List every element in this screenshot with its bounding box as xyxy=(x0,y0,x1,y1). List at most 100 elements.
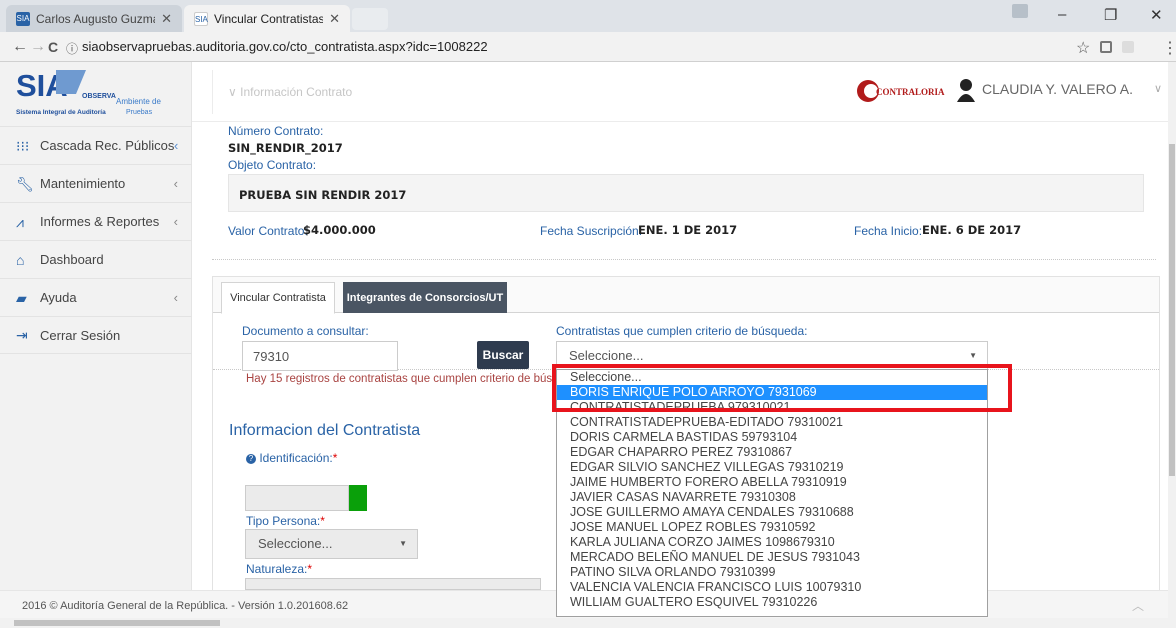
naturaleza-label: Naturaleza:* xyxy=(246,562,312,576)
browser-tab-vincular[interactable]: SIA Vincular Contratistas ✕ xyxy=(184,5,350,32)
sia-favicon-icon: SIA xyxy=(16,11,30,26)
home-icon: ⌂ xyxy=(16,251,25,268)
documento-input[interactable] xyxy=(242,341,398,371)
sidebar-item-cerrar-sesion[interactable]: ⇥ Cerrar Sesión xyxy=(0,316,192,354)
site-info-icon[interactable]: ⓘ xyxy=(66,40,78,57)
logo-sub1: OBSERVA xyxy=(82,93,116,100)
close-tab-icon[interactable]: ✕ xyxy=(161,11,172,27)
required-star: * xyxy=(320,514,325,528)
dropdown-option[interactable]: EDGAR SILVIO SANCHEZ VILLEGAS 79310219 xyxy=(557,460,987,475)
sidebar-item-label: Mantenimiento xyxy=(40,176,126,191)
sidebar-item-mantenimiento[interactable]: 🔧︎ Mantenimiento ‹ xyxy=(0,164,192,202)
maximize-icon[interactable]: ❐ xyxy=(1104,6,1117,24)
dropdown-option[interactable]: KARLA JULIANA CORZO JAIMES 1098679310 xyxy=(557,535,987,550)
highlight-box xyxy=(552,364,1012,412)
documento-label: Documento a consultar: xyxy=(242,324,369,338)
dropdown-option[interactable]: JAIME HUMBERTO FORERO ABELLA 79310919 xyxy=(557,475,987,490)
divider xyxy=(212,259,1156,260)
sidebar-item-label: Cascada Rec. Públicos xyxy=(40,138,175,153)
forward-icon[interactable]: → xyxy=(30,38,46,56)
browser-tab-carlos[interactable]: SIA Carlos Augusto Guzmán ✕ xyxy=(6,5,182,32)
identificacion-input[interactable] xyxy=(245,485,349,511)
extension-2-icon[interactable] xyxy=(1122,41,1134,53)
logout-icon: ⇥ xyxy=(16,327,28,343)
tab-vincular-contratista[interactable]: Vincular Contratista xyxy=(221,282,335,314)
objeto-contrato-box: PRUEBA SIN RENDIR 2017 xyxy=(228,174,1144,212)
sia-observa-logo: SIA OBSERVA Sistema Integral de Auditorí… xyxy=(16,66,166,116)
url-text[interactable]: siaobservapruebas.auditoria.gov.co/cto_c… xyxy=(82,39,488,54)
logo-sub4: Pruebas xyxy=(126,109,153,116)
dropdown-option[interactable]: CONTRATISTADEPRUEBA-EDITADO 79310021 xyxy=(557,415,987,430)
browser-tab-title: Vincular Contratistas xyxy=(214,11,324,26)
extension-icon[interactable] xyxy=(1100,41,1112,53)
dropdown-option[interactable]: WILLIAM GUALTERO ESQUIVEL 79310226 xyxy=(557,595,987,610)
wrench-icon: 🔧︎ xyxy=(16,175,34,192)
logo-sub2: Sistema Integral de Auditoría xyxy=(16,109,106,116)
reload-icon[interactable]: C xyxy=(48,39,58,55)
fecha-suscripcion-value: ENE. 1 DE 2017 xyxy=(638,223,738,237)
profile-icon[interactable] xyxy=(1012,4,1028,18)
vertical-scrollbar[interactable] xyxy=(1168,62,1176,628)
sidebar-item-label: Dashboard xyxy=(40,252,104,267)
user-avatar-icon[interactable] xyxy=(956,78,976,105)
chevron-left-icon: ‹ xyxy=(173,176,178,191)
fecha-inicio-value: ENE. 6 DE 2017 xyxy=(922,223,1022,237)
scroll-top-icon[interactable]: ︿ xyxy=(1132,597,1144,614)
user-name[interactable]: CLAUDIA Y. VALERO A. xyxy=(982,81,1133,97)
menu-icon[interactable]: ⋮ xyxy=(1162,38,1176,58)
identificacion-label-text: Identificación: xyxy=(259,451,333,465)
sidebar-item-dashboard[interactable]: ⌂ Dashboard xyxy=(0,240,192,278)
close-tab-icon[interactable]: ✕ xyxy=(329,11,340,27)
dropdown-option[interactable]: EDGAR CHAPARRO PEREZ 79310867 xyxy=(557,445,987,460)
horizontal-scrollbar[interactable] xyxy=(0,618,1168,628)
sidebar-item-cascada[interactable]: ⁝⁝⁝ Cascada Rec. Públicos ‹ xyxy=(0,126,192,164)
numero-contrato-label: Número Contrato: xyxy=(228,124,324,138)
tipo-persona-label-text: Tipo Persona: xyxy=(246,514,321,528)
close-window-icon[interactable]: ✕ xyxy=(1150,6,1163,24)
header-divider xyxy=(212,70,213,114)
identificacion-search-button[interactable] xyxy=(349,485,367,511)
browser-tab-title: Carlos Augusto Guzmán xyxy=(36,11,156,26)
tipo-persona-value: Seleccione... xyxy=(258,536,333,551)
dropdown-option[interactable]: PATINO SILVA ORLANDO 79310399 xyxy=(557,565,987,580)
objeto-contrato-label: Objeto Contrato: xyxy=(228,158,317,172)
contratistas-label: Contratistas que cumplen criterio de bús… xyxy=(556,324,808,338)
dropdown-option[interactable]: JOSE GUILLERMO AMAYA CENDALES 79310688 xyxy=(557,505,987,520)
horizontal-scroll-thumb[interactable] xyxy=(14,620,220,626)
tipo-persona-label: Tipo Persona:* xyxy=(246,514,325,528)
dropdown-option[interactable]: JOSE MANUEL LOPEZ ROBLES 79310592 xyxy=(557,520,987,535)
contratistas-select-value: Seleccione... xyxy=(569,348,644,363)
address-bar: ← → C ⓘ siaobservapruebas.auditoria.gov.… xyxy=(0,32,1176,62)
dropdown-option[interactable]: VALENCIA VALENCIA FRANCISCO LUIS 1007931… xyxy=(557,580,987,595)
sidebar-item-ayuda[interactable]: ▰ Ayuda ‹ xyxy=(0,278,192,316)
browser-tabbar: SIA Carlos Augusto Guzmán ✕ SIA Vincular… xyxy=(0,0,1176,32)
help-icon[interactable]: ? xyxy=(246,453,256,464)
tab-integrantes-consorcios[interactable]: Integrantes de Consorcios/UT xyxy=(343,282,507,313)
tab-strip: Vincular Contratista Integrantes de Cons… xyxy=(213,277,1159,314)
sidebar-item-label: Ayuda xyxy=(40,290,77,305)
new-tab-button[interactable] xyxy=(352,8,388,30)
buscar-button[interactable]: Buscar xyxy=(477,341,529,369)
tipo-persona-select[interactable]: Seleccione... ▼ xyxy=(245,529,418,559)
dropdown-option[interactable]: DORIS CARMELA BASTIDAS 59793104 xyxy=(557,430,987,445)
minimize-icon[interactable]: – xyxy=(1058,6,1066,23)
valor-contrato-value: $4.000.000 xyxy=(303,223,376,237)
dropdown-arrow-icon: ▼ xyxy=(399,539,407,548)
dropdown-option[interactable]: MERCADO BELEÑO MANUEL DE JESUS 7931043 xyxy=(557,550,987,565)
bookmark-star-icon[interactable]: ☆ xyxy=(1076,38,1090,58)
vertical-scroll-thumb[interactable] xyxy=(1169,144,1175,476)
back-icon[interactable]: ← xyxy=(12,38,28,56)
chevron-left-icon: ‹ xyxy=(173,290,178,305)
header-section-title: ∨ Información Contrato xyxy=(228,85,353,99)
chart-icon: ⩘ xyxy=(16,213,24,230)
dropdown-option[interactable]: JAVIER CASAS NAVARRETE 79310308 xyxy=(557,490,987,505)
naturaleza-select[interactable] xyxy=(245,578,541,590)
fecha-inicio-label: Fecha Inicio: xyxy=(854,224,923,238)
chevron-down-icon[interactable]: ∨ xyxy=(1154,82,1162,95)
sia-favicon-icon: SIA xyxy=(194,11,208,26)
numero-contrato-value: SIN_RENDIR_2017 xyxy=(228,141,343,155)
sidebar-item-informes[interactable]: ⩘ Informes & Reportes ‹ xyxy=(0,202,192,240)
fecha-suscripcion-label: Fecha Suscripción: xyxy=(540,224,643,238)
informacion-contratista-title: Informacion del Contratista xyxy=(229,422,421,439)
valor-contrato-label: Valor Contrato: xyxy=(228,224,308,238)
